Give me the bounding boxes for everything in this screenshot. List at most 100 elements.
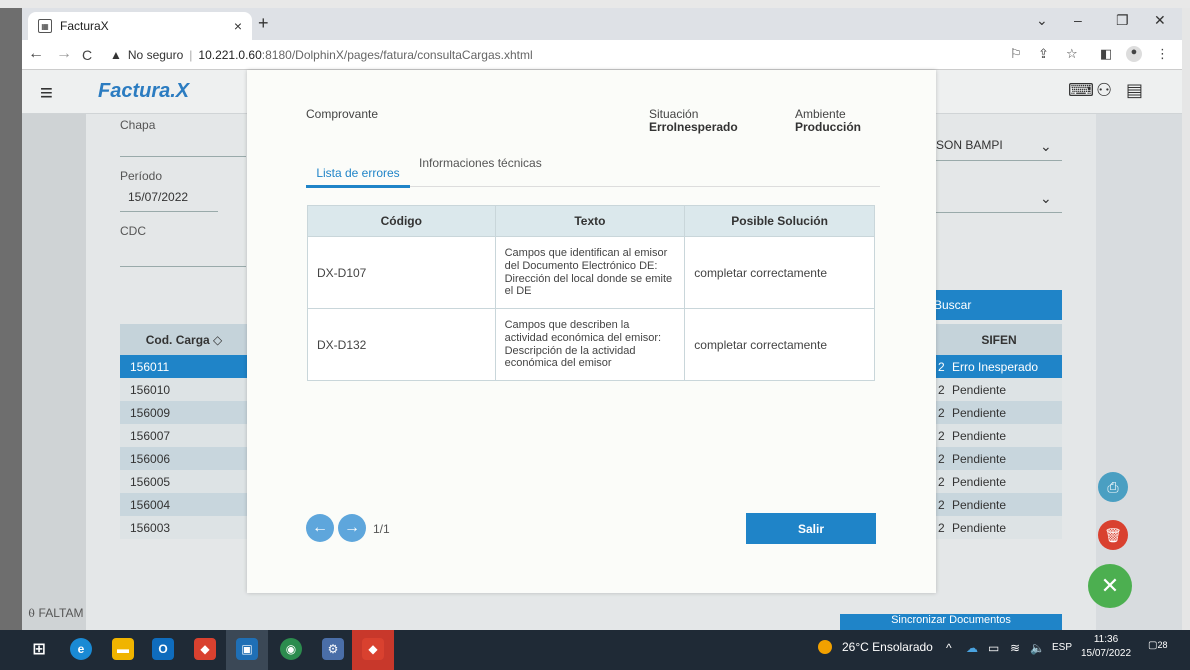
table-row[interactable]: DX-D107 Campos que identifican al emisor… [307,236,875,309]
sifen-status: Erro Inesperado [952,359,1039,374]
tray-chevron-icon[interactable]: ^ [946,641,952,655]
buscar-button[interactable]: Buscar [926,290,1062,320]
weather-widget[interactable]: 26°C Ensolarado [818,640,933,654]
sidebar [22,114,86,630]
next-page-icon[interactable]: → [338,514,366,542]
anydesk-icon[interactable]: ◆ [194,638,216,660]
url-field[interactable]: ▲ No seguro | 10.221.0.60 :8180/DolphinX… [110,44,1010,66]
sifen-status: Pendiente [952,451,1007,466]
cdc-label: CDC [120,224,146,238]
new-tab-button[interactable]: + [258,13,269,34]
share-icon[interactable]: ⇪ [1038,46,1049,62]
browser-tab[interactable]: ▦ FacturaX × [28,12,252,40]
th-solucion: Posible Solución [684,205,875,237]
faltam-label: ⍬ FALTAM [28,606,84,620]
forward-icon[interactable]: → [56,45,72,63]
sincronizar-button[interactable]: Sincronizar Documentos [840,614,1062,630]
user-select[interactable]: SON BAMPI [936,138,1003,152]
hamburger-menu-icon[interactable]: ≡ [40,80,53,106]
close-window-button[interactable]: ✕ [1154,12,1166,29]
cdc-input[interactable] [120,266,246,267]
id-card-icon[interactable]: ▤ [1126,80,1143,101]
profile-avatar-icon[interactable]: ● [1126,46,1142,62]
cell-texto: Campos que identifican al emisor del Doc… [494,236,686,309]
tab-search-icon[interactable]: ⌄ [1036,12,1048,29]
anydesk-active-icon[interactable]: ◆ [362,638,384,660]
tab-close-button[interactable]: × [234,18,242,34]
keyboard-icon[interactable]: ⌨ [1068,80,1094,101]
chrome-icon[interactable]: ◉ [280,638,302,660]
ambiente-value: Producción [795,120,862,134]
table-row[interactable]: DX-D132 Campos que describen la activida… [307,308,875,381]
tab-informaciones-tecnicas[interactable]: Informaciones técnicas [419,156,542,170]
table-row[interactable]: 2 Erro Inesperado [936,355,1062,378]
bookmark-star-icon[interactable]: ☆ [1066,46,1078,62]
security-label: No seguro [127,48,184,62]
grid-right-column: 2 Erro Inesperado 2 Pendiente 2 Pendiente 2 Pen… [936,355,1062,539]
cell-codigo: DX-D132 [307,308,496,381]
menu-kebab-icon[interactable]: ⋮ [1156,46,1169,62]
chapa-input[interactable] [120,156,246,157]
situacion-value: ErroInesperado [649,120,738,134]
table-row[interactable]: 2 Pendiente [936,378,1062,401]
scrollbar[interactable] [1182,8,1190,630]
sifen-status: Pendiente [952,520,1007,535]
clock[interactable]: 11:36 15/07/2022 [1080,633,1132,661]
row-count: 2 [938,474,945,489]
table-row[interactable]: 2 Pendiente [936,447,1062,470]
chevron-down-icon[interactable]: ⌄ [1040,190,1052,207]
edge-icon[interactable]: e [70,638,92,660]
row-count: 2 [938,428,945,443]
cell-solucion: completar correctamente [684,236,875,309]
table-row[interactable]: 156010 [120,378,248,401]
remote-app-icon[interactable]: ⚙ [322,638,344,660]
table-row[interactable]: 156004 [120,493,248,516]
user-group-icon[interactable]: ⚇ [1096,80,1112,101]
browser-top-strip [0,0,1190,8]
onedrive-icon[interactable]: ☁ [966,641,978,655]
trash-icon[interactable]: 🗑 [1098,520,1128,550]
table-row[interactable]: 2 Pendiente [936,493,1062,516]
print-icon[interactable]: ⎙ [1098,472,1128,502]
periodo-underline [120,211,218,212]
row-count: 2 [938,520,945,535]
file-explorer-icon[interactable]: ▬ [112,638,134,660]
restore-button[interactable]: ❐ [1116,12,1129,29]
salir-button[interactable]: Salir [746,513,876,544]
battery-icon[interactable]: ▭ [988,641,999,655]
table-row[interactable]: 156007 [120,424,248,447]
grid-header-cod-carga[interactable]: Cod. Carga ◇ [120,324,248,355]
minimize-button[interactable]: – [1074,12,1082,28]
row-count: 2 [938,359,945,374]
table-row[interactable]: 156005 [120,470,248,493]
side-panel-icon[interactable]: ◧ [1100,46,1112,62]
second-select-underline [936,212,1062,213]
sun-icon [818,640,832,654]
table-row[interactable]: 2 Pendiente [936,401,1062,424]
grid-header-sifen[interactable]: SIFEN [936,324,1062,355]
table-row[interactable]: 156003 [120,516,248,539]
wifi-icon[interactable]: ≋ [1010,641,1020,655]
back-icon[interactable]: ← [28,45,44,63]
table-row[interactable]: 2 Pendiente [936,424,1062,447]
table-row[interactable]: 2 Pendiente [936,470,1062,493]
table-row[interactable]: 2 Pendiente [936,516,1062,539]
notification-count: 28 [1157,640,1168,650]
chevron-down-icon[interactable]: ⌄ [1040,138,1052,155]
windows-start-icon[interactable]: ⊞ [28,638,50,660]
tab-lista-errores[interactable]: Lista de errores [306,160,410,188]
notifications-icon[interactable]: ▢28 [1148,640,1168,660]
language-indicator[interactable]: ESP [1052,642,1072,653]
translate-icon[interactable]: ⚐ [1010,46,1022,62]
row-count: 2 [938,451,945,466]
periodo-input[interactable]: 15/07/2022 [128,190,188,204]
table-row[interactable]: 156006 [120,447,248,470]
app-window-icon[interactable]: ▣ [236,638,258,660]
close-fab-icon[interactable]: ✕ [1088,564,1132,608]
outlook-icon[interactable]: O [152,638,174,660]
previous-page-icon[interactable]: ← [306,514,334,542]
reload-icon[interactable]: C [82,47,92,63]
table-row[interactable]: 156011 [120,355,248,378]
volume-icon[interactable]: 🔈 [1030,641,1045,655]
table-row[interactable]: 156009 [120,401,248,424]
